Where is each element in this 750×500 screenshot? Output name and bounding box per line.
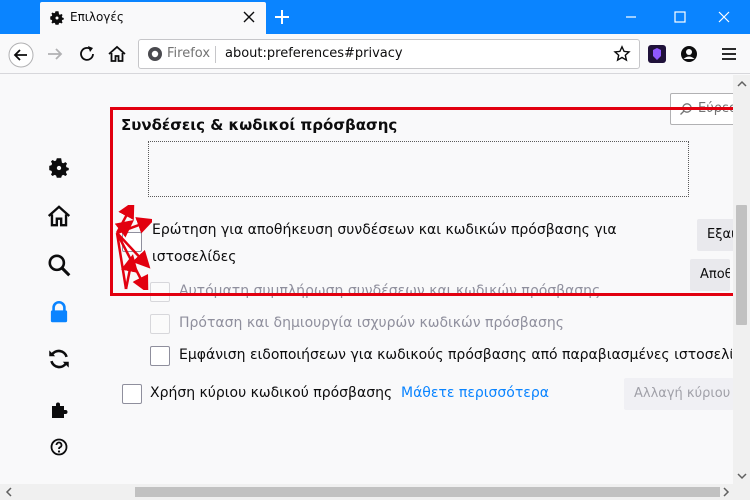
search-icon[interactable] (46, 252, 72, 278)
gear-icon (50, 11, 64, 25)
back-icon[interactable] (8, 42, 34, 68)
url-separator (215, 46, 216, 63)
horizontal-scroll-thumb[interactable] (135, 487, 720, 497)
suggest-passwords-label: Πρόταση και δημιουργία ισχυρών κωδικών π… (179, 315, 564, 331)
annotation-arrows (114, 205, 152, 290)
tab-preferences[interactable]: Επιλογές (40, 2, 266, 34)
tab-title: Επιλογές (70, 10, 124, 24)
forward-icon[interactable] (44, 43, 66, 65)
home-icon[interactable] (106, 43, 128, 65)
gear-icon[interactable] (46, 155, 72, 181)
vertical-scroll-thumb[interactable] (736, 205, 747, 325)
firefox-icon (148, 47, 162, 61)
plus-icon[interactable] (272, 7, 292, 27)
minimize-icon[interactable] (620, 6, 642, 28)
highlight-box (110, 107, 750, 296)
scroll-left-icon[interactable] (4, 487, 14, 497)
url-bar[interactable]: Firefox about:preferences#privacy (138, 39, 640, 69)
window-close-icon[interactable] (713, 6, 735, 28)
reload-icon[interactable] (76, 43, 98, 65)
breach-alerts-label: Εμφάνιση ειδοποιήσεων για κωδικούς πρόσβ… (179, 347, 732, 363)
sync-icon[interactable] (46, 346, 72, 372)
title-bar: Επιλογές (0, 0, 750, 34)
close-icon[interactable] (242, 10, 256, 24)
breach-alerts-checkbox[interactable] (150, 346, 170, 366)
help-icon[interactable] (49, 437, 69, 457)
learn-more-link[interactable]: Μάθετε περισσότερα (401, 385, 549, 401)
account-icon[interactable] (678, 43, 700, 65)
star-icon[interactable] (613, 45, 631, 63)
maximize-icon[interactable] (669, 6, 691, 28)
lock-icon[interactable] (46, 299, 72, 325)
url-identity-label: Firefox (167, 46, 211, 61)
master-password-label: Χρήση κύριου κωδικού πρόσβασης (150, 385, 393, 401)
suggest-passwords-checkbox[interactable] (150, 314, 170, 334)
home-icon[interactable] (46, 203, 72, 229)
scroll-down-icon[interactable] (737, 471, 747, 481)
master-password-checkbox[interactable] (122, 384, 142, 404)
url-text[interactable]: about:preferences#privacy (225, 46, 403, 61)
change-master-password-button[interactable]: Αλλαγή κύριου κωδικού... (624, 378, 734, 410)
puzzle-icon[interactable] (49, 400, 69, 420)
scroll-right-icon[interactable] (721, 487, 731, 497)
extension-icon[interactable] (646, 43, 668, 65)
scroll-up-icon[interactable] (737, 79, 747, 89)
menu-icon[interactable] (718, 43, 740, 65)
nav-bar: Firefox about:preferences#privacy (0, 34, 750, 74)
